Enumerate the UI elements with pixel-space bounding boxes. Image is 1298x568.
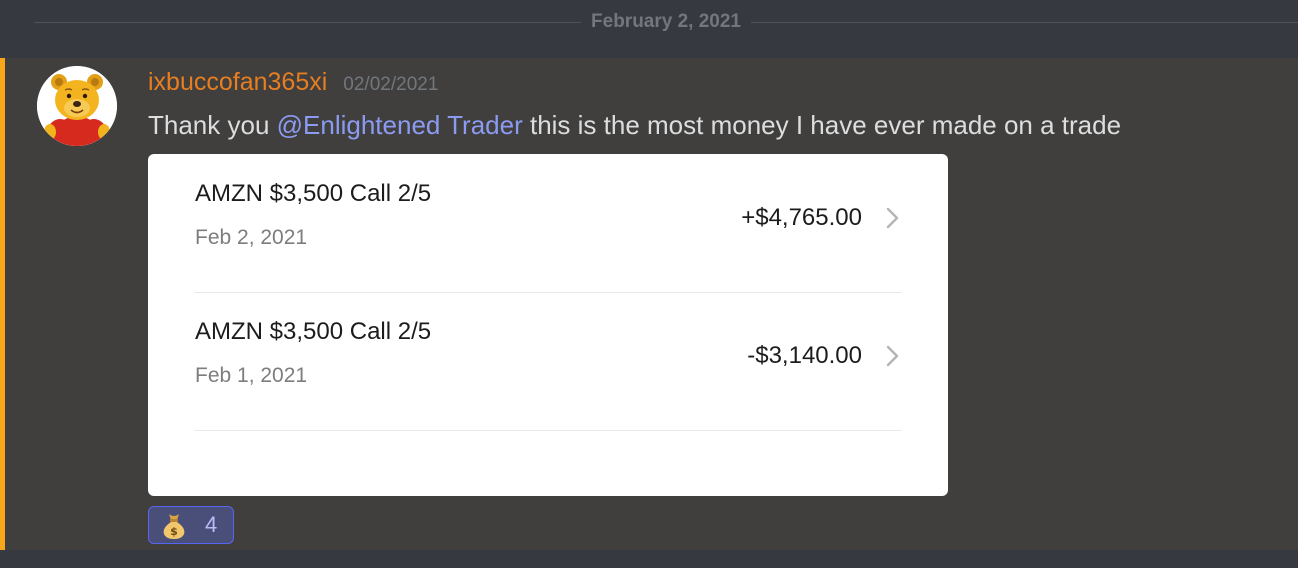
- message-text-before: Thank you: [148, 110, 277, 140]
- svg-text:$: $: [170, 525, 178, 538]
- trade-amount: +$4,765.00: [741, 204, 862, 231]
- trade-title: AMZN $3,500 Call 2/5: [195, 318, 432, 345]
- message-header: ixbuccofan365xi 02/02/2021: [148, 68, 438, 97]
- trade-row[interactable]: AMZN $3,500 Call 2/5 Feb 2, 2021 +$4,765…: [194, 154, 902, 293]
- divider-line-left: [34, 21, 582, 23]
- trade-title: AMZN $3,500 Call 2/5: [195, 180, 432, 207]
- reaction-count: 4: [205, 512, 218, 537]
- date-divider: February 2, 2021: [34, 8, 1298, 36]
- message-text-after: this is the most money I have ever made …: [522, 110, 1122, 140]
- trade-date: Feb 1, 2021: [195, 364, 308, 387]
- image-attachment[interactable]: AMZN $3,500 Call 2/5 Feb 2, 2021 +$4,765…: [148, 154, 948, 496]
- chat-page: February 2, 2021 ixbuccofan365xi 02/02/2…: [0, 0, 1298, 568]
- reaction-button[interactable]: $ 4: [148, 506, 234, 544]
- trade-row[interactable]: AMZN $3,500 Call 2/5 Feb 1, 2021 -$3,140…: [194, 292, 902, 431]
- divider-date: February 2, 2021: [591, 11, 741, 32]
- mention-highlight-bar: [0, 58, 5, 550]
- chevron-right-icon: [886, 345, 899, 367]
- trade-date: Feb 2, 2021: [195, 226, 308, 249]
- trade-amount: -$3,140.00: [747, 342, 862, 369]
- message-text: Thank you @Enlightened Trader this is th…: [148, 110, 1121, 141]
- money-bag-icon: $: [163, 514, 185, 539]
- chevron-right-icon: [886, 207, 899, 229]
- divider-line-right: [751, 21, 1298, 23]
- chat-message: ixbuccofan365xi 02/02/2021 Thank you @En…: [0, 58, 1298, 550]
- message-timestamp: 02/02/2021: [343, 74, 439, 95]
- username[interactable]: ixbuccofan365xi: [148, 68, 327, 97]
- winnie-the-pooh-avatar-icon: [37, 66, 117, 146]
- avatar[interactable]: [37, 66, 117, 146]
- user-mention[interactable]: @Enlightened Trader: [277, 110, 523, 140]
